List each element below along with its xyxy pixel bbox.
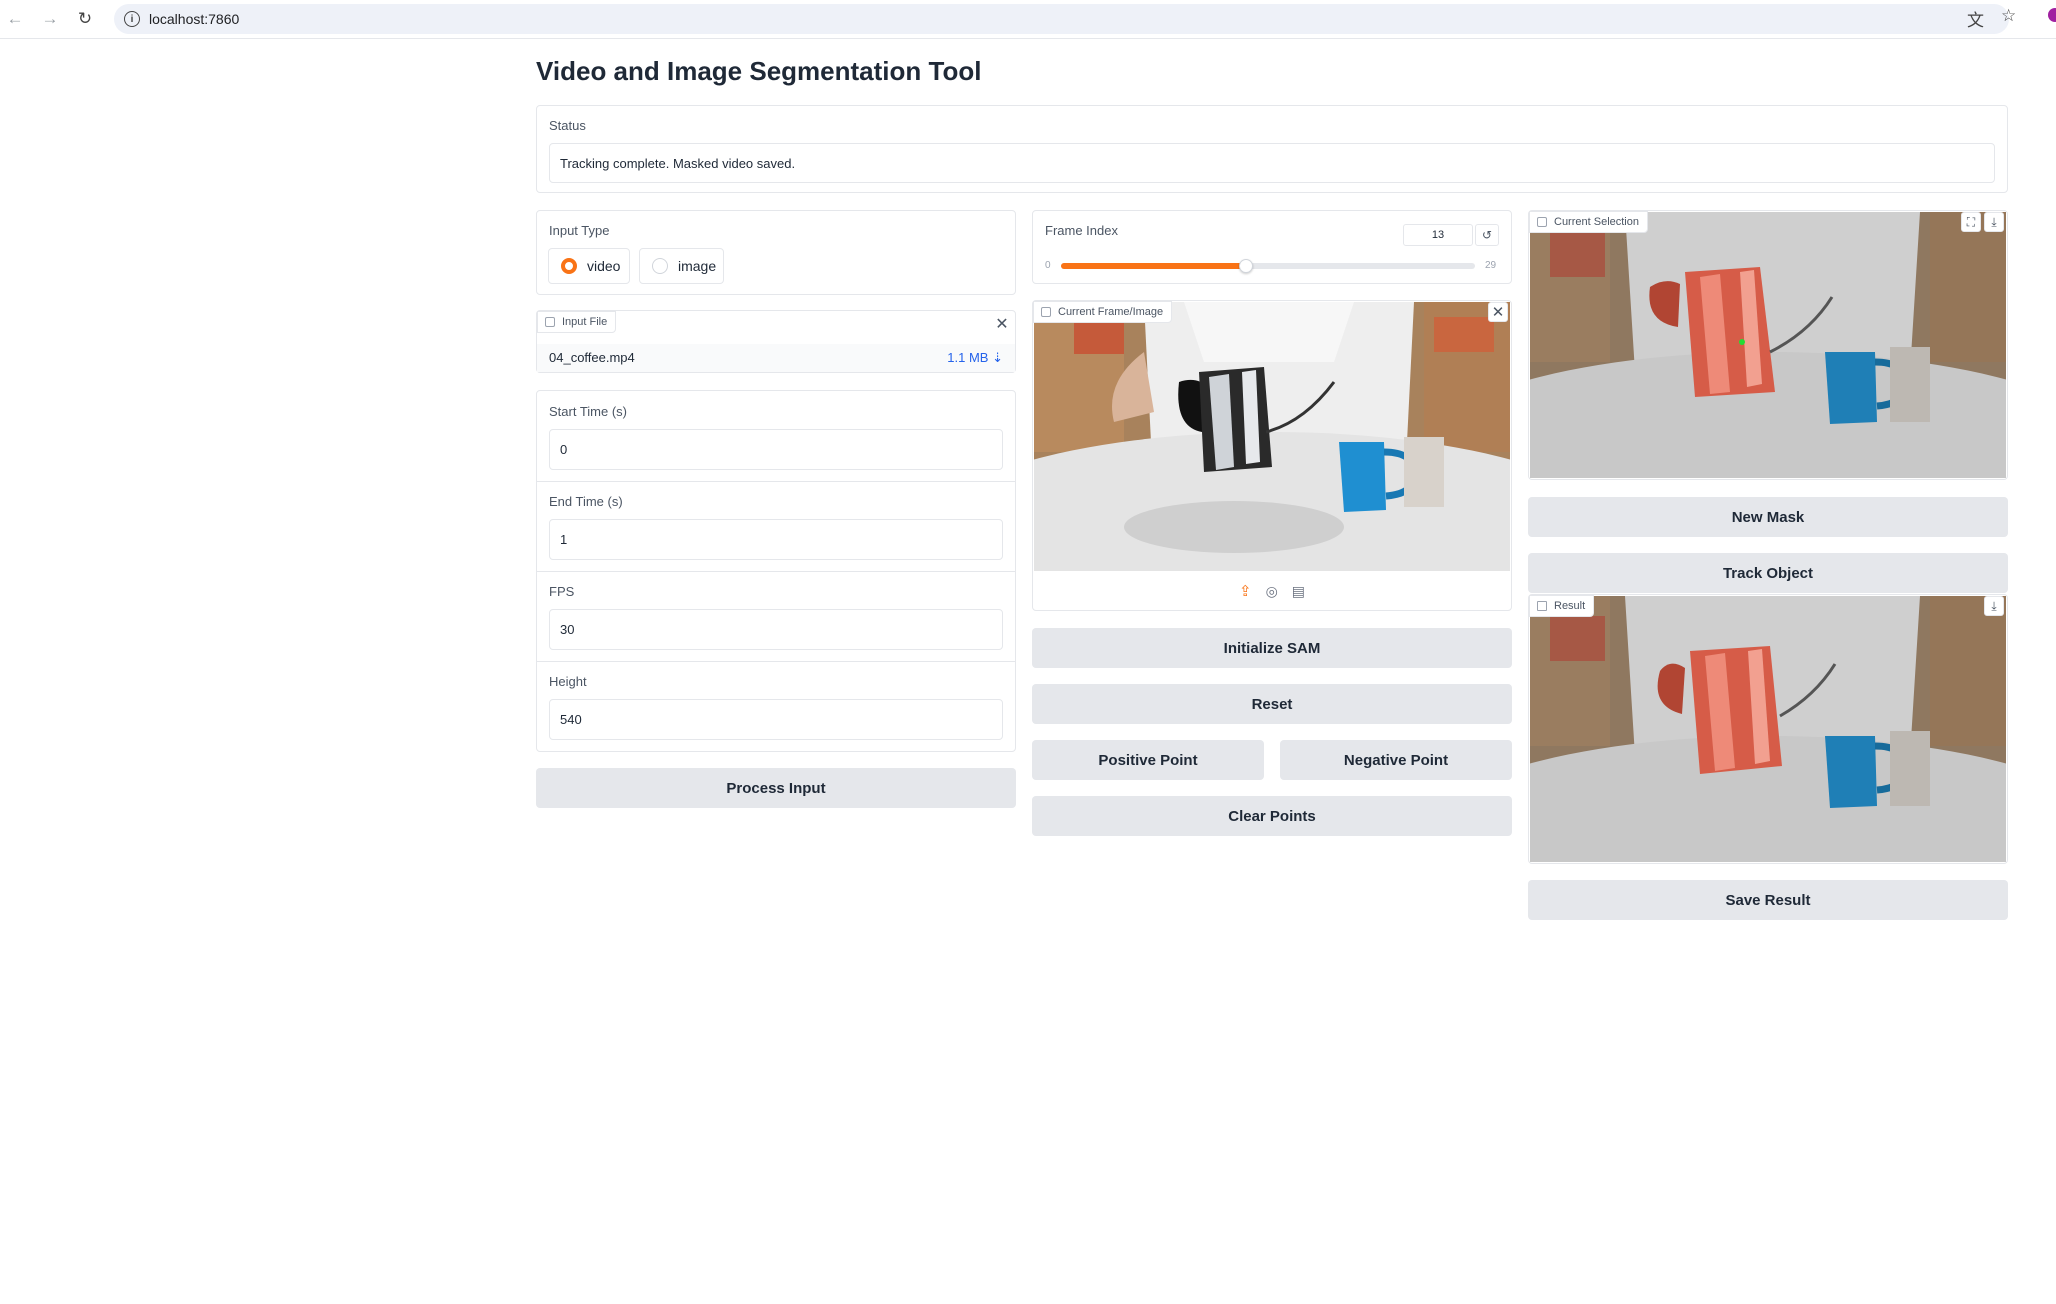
positive-point-button[interactable]: Positive Point [1032,740,1264,780]
clear-points-button[interactable]: Clear Points [1032,796,1512,836]
save-result-button[interactable]: Save Result [1528,880,2008,920]
browser-toolbar: ← → ↻ i localhost:7860 文 ☆ [0,0,2056,39]
upload-icon[interactable]: ⇪ [1239,582,1252,600]
fullscreen-icon[interactable]: ⛶ [1961,212,1981,232]
image-source-toolbar: ⇪ ◎ ▤ [1033,571,1511,611]
fps-input[interactable]: 30 [549,609,1003,650]
result-image[interactable] [1530,596,2006,862]
current-frame-tag: Current Frame/Image [1033,301,1173,323]
url-text: localhost:7860 [149,11,240,27]
current-frame-panel: Current Frame/Image ✕ ⇪ ◎ ▤ [1032,300,1512,611]
result-panel: Result ⤓ [1528,594,2008,864]
frame-index-label: Frame Index [1045,223,1118,238]
input-type-label: Input Type [549,223,610,238]
input-file-tag: Input File [537,311,617,333]
radio-image[interactable]: image [639,248,724,284]
params-panel: Start Time (s) 0 End Time (s) 1 FPS 30 H… [536,390,1016,752]
slider-min: 0 [1045,260,1051,271]
scene-kettle-result [1530,596,2006,862]
fps-label: FPS [549,584,575,599]
close-icon[interactable]: ✕ [1488,302,1508,322]
track-object-button[interactable]: Track Object [1528,553,2008,593]
page-title: Video and Image Segmentation Tool [536,56,982,86]
translate-icon[interactable]: 文 [1967,6,1984,31]
current-frame-image[interactable] [1034,302,1510,571]
file-name[interactable]: 04_coffee.mp4 [549,350,635,365]
webcam-icon[interactable]: ◎ [1266,583,1278,600]
image-icon [1041,307,1051,317]
new-mask-button[interactable]: New Mask [1528,497,2008,537]
status-field[interactable]: Tracking complete. Masked video saved. [549,143,1995,183]
info-icon[interactable]: i [124,11,140,27]
close-icon[interactable]: ✕ [992,314,1012,334]
frame-index-slider[interactable] [1061,259,1475,273]
radio-image-label: image [678,258,717,274]
address-bar[interactable]: i localhost:7860 [114,4,2009,34]
frame-index-panel: Frame Index 13 ↺ 0 29 [1032,210,1512,284]
radio-checked-icon [561,258,577,274]
current-selection-label: Current Selection [1554,216,1639,228]
result-tag: Result [1529,595,1595,617]
file-icon [545,317,555,327]
profile-avatar[interactable] [2048,8,2056,22]
start-time-input[interactable]: 0 [549,429,1003,470]
current-selection-panel: Current Selection ⛶ ⤓ [1528,210,2008,480]
image-icon [1537,217,1547,227]
download-icon[interactable]: ⤓ [1984,212,2004,232]
result-label: Result [1554,600,1586,612]
back-arrow-icon[interactable]: ← [2,6,28,32]
forward-arrow-icon[interactable]: → [37,6,63,32]
end-time-label: End Time (s) [549,494,623,509]
file-row: 04_coffee.mp4 1.1 MB ⇣ [537,344,1015,372]
current-frame-label: Current Frame/Image [1058,306,1164,318]
height-input[interactable]: 540 [549,699,1003,740]
clipboard-icon[interactable]: ▤ [1292,583,1305,600]
height-label: Height [549,674,587,689]
frame-index-number-input[interactable]: 13 [1403,224,1473,246]
initialize-sam-button[interactable]: Initialize SAM [1032,628,1512,668]
input-file-panel: Input File ✕ 04_coffee.mp4 1.1 MB ⇣ [536,310,1016,373]
file-size-download[interactable]: 1.1 MB ⇣ [947,350,1003,366]
slider-max: 29 [1485,260,1497,271]
current-selection-tag: Current Selection [1529,211,1648,233]
divider [537,481,1015,482]
star-icon[interactable]: ☆ [2001,6,2016,26]
current-selection-image[interactable] [1530,212,2006,478]
radio-unchecked-icon [652,258,668,274]
reset-button[interactable]: Reset [1032,684,1512,724]
radio-video-label: video [587,258,621,274]
input-file-label: Input File [562,316,608,328]
divider [537,661,1015,662]
negative-point-button[interactable]: Negative Point [1280,740,1512,780]
scene-kettle-masked [1530,212,2006,478]
reload-icon[interactable]: ↻ [72,6,98,32]
video-icon [1537,601,1547,611]
reset-icon[interactable]: ↺ [1475,224,1499,246]
status-panel: Status Tracking complete. Masked video s… [536,105,2008,193]
radio-video[interactable]: video [548,248,630,284]
end-time-input[interactable]: 1 [549,519,1003,560]
divider [537,571,1015,572]
status-label: Status [549,118,586,133]
download-icon[interactable]: ⤓ [1984,596,2004,616]
slider-fill [1061,263,1247,269]
slider-thumb[interactable] [1239,259,1254,273]
start-time-label: Start Time (s) [549,404,628,419]
scene-kettle-original [1034,302,1510,571]
process-input-button[interactable]: Process Input [536,768,1016,808]
